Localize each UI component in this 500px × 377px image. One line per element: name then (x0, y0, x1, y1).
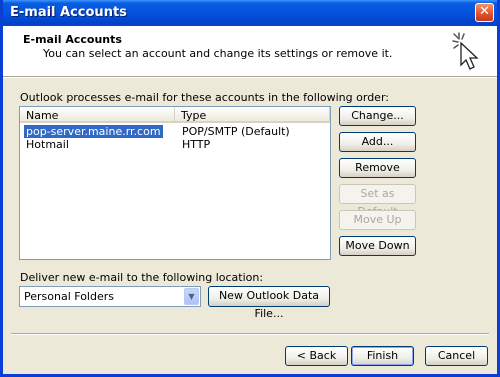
close-button[interactable]: ✕ (475, 3, 494, 22)
email-accounts-dialog: E-mail Accounts ✕ E-mail Accounts You ca… (0, 0, 500, 377)
list-item[interactable]: Hotmail HTTP (22, 138, 328, 151)
deliver-location-select[interactable]: Personal Folders ▼ (19, 286, 201, 307)
header-description: You can select an account and change its… (43, 47, 393, 60)
window-title: E-mail Accounts (10, 5, 127, 20)
chevron-down-icon[interactable]: ▼ (184, 288, 199, 305)
account-name: pop-server.maine.rr.com (24, 125, 163, 138)
account-type: POP/SMTP (Default) (182, 125, 290, 138)
deliver-location-value: Personal Folders (24, 290, 114, 303)
remove-button[interactable]: Remove (339, 158, 416, 178)
new-outlook-data-file-button[interactable]: New Outlook Data File... (208, 286, 330, 320)
wizard-header: E-mail Accounts You can select an accoun… (3, 26, 497, 77)
title-bar[interactable]: E-mail Accounts ✕ (3, 0, 497, 26)
change-button[interactable]: Change... (339, 106, 416, 126)
account-type: HTTP (182, 138, 211, 151)
deliver-location-label: Deliver new e-mail to the following loca… (20, 271, 264, 284)
header-title: E-mail Accounts (23, 33, 122, 46)
finish-button[interactable]: Finish (351, 346, 414, 366)
column-header-name[interactable]: Name (20, 107, 175, 123)
account-name: Hotmail (26, 138, 69, 151)
set-as-default-button[interactable]: Set as Default (339, 184, 416, 218)
back-button[interactable]: < Back (285, 346, 348, 366)
accounts-order-label: Outlook processes e-mail for these accou… (20, 91, 389, 104)
sparkle-cursor-icon (452, 32, 479, 70)
column-header-type[interactable]: Type (175, 107, 330, 123)
list-item[interactable]: pop-server.maine.rr.com POP/SMTP (Defaul… (22, 125, 328, 138)
add-button[interactable]: Add... (339, 132, 416, 152)
header-separator (3, 77, 497, 78)
move-up-button[interactable]: Move Up (339, 210, 416, 230)
move-down-button[interactable]: Move Down (339, 236, 416, 256)
list-header: Name Type (20, 107, 330, 124)
footer-separator (11, 333, 489, 335)
accounts-list[interactable]: Name Type pop-server.maine.rr.com POP/SM… (19, 106, 331, 260)
cancel-button[interactable]: Cancel (425, 346, 488, 366)
